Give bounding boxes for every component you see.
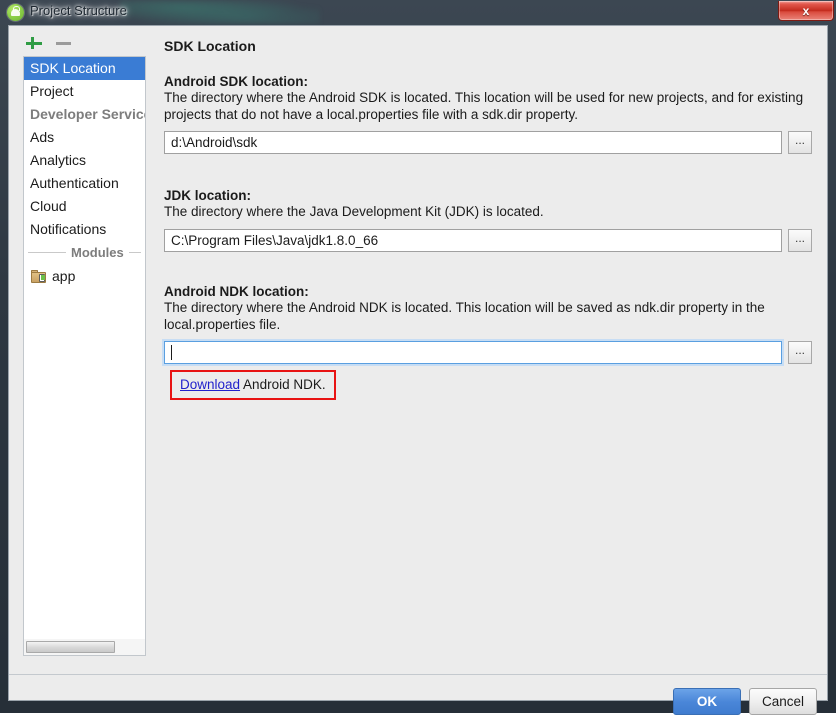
dialog-footer: OK Cancel xyxy=(9,675,827,715)
ok-button[interactable]: OK xyxy=(673,688,741,715)
field-row-jdk: C:\Program Files\Java\jdk1.8.0_66 ... xyxy=(164,228,812,252)
field-row-sdk: d:\Android\sdk ... xyxy=(164,131,812,154)
separator-line-left xyxy=(28,252,66,253)
sidebar-item-authentication[interactable]: Authentication xyxy=(24,172,145,195)
section-description: The directory where the Android NDK is l… xyxy=(164,300,765,332)
section-description: The directory where the Android SDK is l… xyxy=(164,90,804,122)
ndk-link-area: Download Android NDK. xyxy=(164,370,812,400)
sidebar-group-developer-services: Developer Services xyxy=(30,106,145,122)
window-title: Project Structure xyxy=(30,3,127,18)
section-description: The directory where the Java Development… xyxy=(164,204,544,219)
ndk-browse-button[interactable]: ... xyxy=(788,341,812,364)
android-module-folder-icon xyxy=(31,269,46,283)
cancel-button[interactable]: Cancel xyxy=(749,688,817,715)
scrollbar-thumb[interactable] xyxy=(26,641,115,653)
application-window: Project Structure x SDK Location Project… xyxy=(0,0,836,715)
title-bar[interactable]: Project Structure x xyxy=(0,0,836,25)
add-button[interactable] xyxy=(24,33,44,53)
section-android-sdk-location: Android SDK location: The directory wher… xyxy=(164,74,812,154)
sdk-browse-button[interactable]: ... xyxy=(788,131,812,154)
remove-button[interactable] xyxy=(53,33,73,53)
download-ndk-tail-text: Android NDK. xyxy=(240,377,326,392)
separator-line-right xyxy=(128,252,141,253)
ndk-location-input[interactable] xyxy=(164,341,782,364)
sidebar-item-module-app[interactable]: app xyxy=(24,264,145,288)
sidebar-separator-modules: Modules xyxy=(24,241,145,264)
section-label: Android SDK location: xyxy=(164,74,308,89)
section-label: JDK location: xyxy=(164,188,252,203)
sidebar-item-notifications[interactable]: Notifications xyxy=(24,218,145,241)
close-icon: x xyxy=(802,3,810,18)
field-row-ndk: ... xyxy=(164,341,812,364)
download-ndk-annotation: Download Android NDK. xyxy=(170,370,336,400)
page-title: SDK Location xyxy=(164,38,256,54)
sdk-location-input[interactable]: d:\Android\sdk xyxy=(164,131,782,154)
sidebar-item-sdk-location[interactable]: SDK Location xyxy=(24,57,145,80)
close-button[interactable]: x xyxy=(778,1,834,21)
sidebar-toolbar xyxy=(9,30,147,56)
jdk-location-input[interactable]: C:\Program Files\Java\jdk1.8.0_66 xyxy=(164,228,782,252)
sidebar-item-cloud[interactable]: Cloud xyxy=(24,195,145,218)
text-cursor xyxy=(171,345,172,360)
section-label: Android NDK location: xyxy=(164,284,309,299)
download-ndk-link[interactable]: Download xyxy=(180,377,240,392)
dialog-client-area: SDK Location Project Developer Services … xyxy=(8,25,829,715)
jdk-browse-button[interactable]: ... xyxy=(788,228,812,252)
main-content: SDK Location Android SDK location: The d… xyxy=(147,26,829,651)
section-jdk-location: JDK location: The directory where the Ja… xyxy=(164,188,812,252)
sidebar-item-ads[interactable]: Ads xyxy=(24,126,145,149)
sidebar: SDK Location Project Developer Services … xyxy=(9,26,147,656)
sidebar-horizontal-scrollbar[interactable] xyxy=(23,639,146,656)
android-studio-icon xyxy=(7,4,24,21)
sidebar-list[interactable]: SDK Location Project Developer Services … xyxy=(23,56,146,639)
sidebar-item-analytics[interactable]: Analytics xyxy=(24,149,145,172)
module-label: app xyxy=(52,268,76,284)
sidebar-item-project[interactable]: Project xyxy=(24,80,145,103)
separator-label: Modules xyxy=(71,245,124,260)
section-android-ndk-location: Android NDK location: The directory wher… xyxy=(164,284,812,400)
